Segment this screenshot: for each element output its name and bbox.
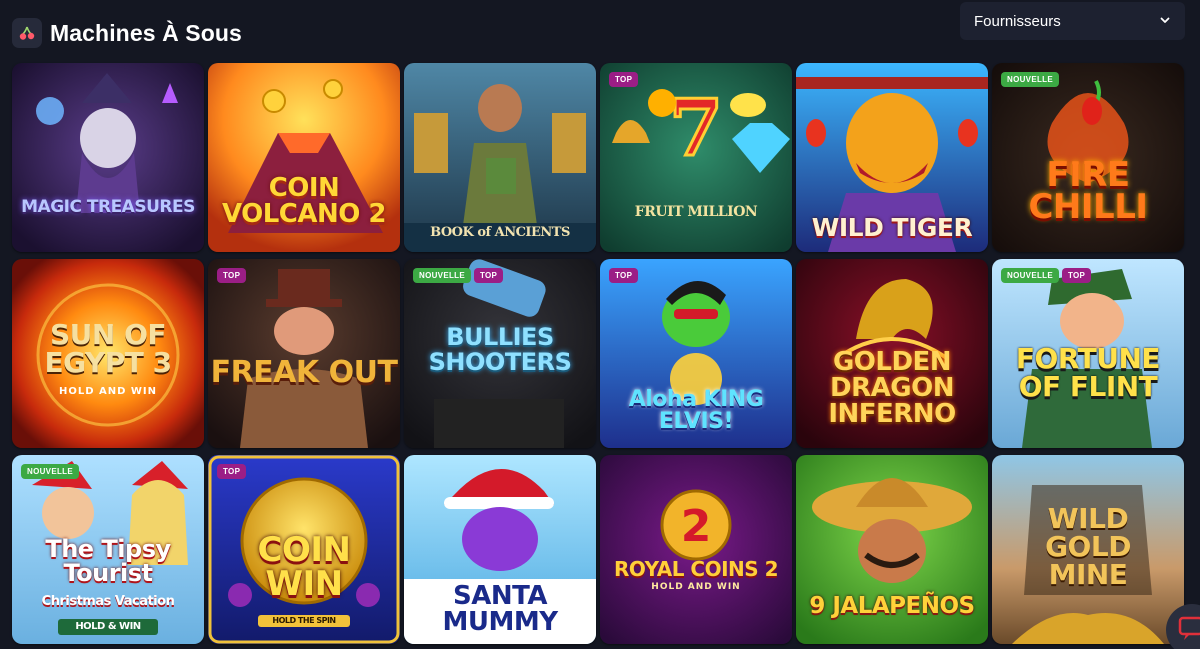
game-tile[interactable]: BOOK of ANCIENTS bbox=[404, 63, 596, 252]
game-tile[interactable]: WILD TIGER bbox=[796, 63, 988, 252]
game-title: GOLDEN DRAGON INFERNO bbox=[828, 347, 956, 429]
games-grid: MAGIC TREASURES COIN VOLCANO 2 BOOK of A… bbox=[12, 63, 1184, 644]
game-tile[interactable]: NOUVELLE The Tipsy Tourist Christmas Vac… bbox=[12, 455, 204, 644]
game-thumbnail: 2 bbox=[600, 455, 792, 644]
game-tile[interactable]: TOP FREAK OUT bbox=[208, 259, 400, 448]
chat-icon bbox=[1178, 616, 1200, 640]
provider-dropdown-label: Fournisseurs bbox=[974, 12, 1061, 30]
provider-dropdown[interactable]: Fournisseurs bbox=[960, 2, 1185, 40]
game-tile[interactable]: NOUVELLE FIRE CHILLI bbox=[992, 63, 1184, 252]
game-title: FRUIT MILLION bbox=[634, 204, 758, 220]
chevron-down-icon bbox=[1160, 17, 1170, 23]
chat-button[interactable] bbox=[1166, 604, 1200, 649]
game-title: ROYAL COINS 2 bbox=[613, 557, 779, 581]
game-thumbnail bbox=[208, 259, 400, 448]
game-title: WILD TIGER bbox=[811, 213, 973, 242]
game-tile[interactable]: GOLDEN DRAGON INFERNO bbox=[796, 259, 988, 448]
game-tile[interactable]: NOUVELLE TOP BULLIES SHOOTERS bbox=[404, 259, 596, 448]
game-thumbnail bbox=[12, 63, 204, 252]
game-title: FREAK OUT bbox=[210, 355, 398, 390]
game-subtitle: HOLD AND WIN bbox=[651, 582, 741, 592]
game-tile[interactable]: MAGIC TREASURES bbox=[12, 63, 204, 252]
game-title: BULLIES SHOOTERS bbox=[428, 323, 572, 377]
game-tag: HOLD & WIN bbox=[58, 619, 158, 635]
game-thumbnail bbox=[404, 63, 596, 252]
game-tile[interactable]: 9 JALAPEÑOS bbox=[796, 455, 988, 644]
svg-text:7: 7 bbox=[669, 83, 723, 174]
game-title: SANTA MUMMY bbox=[442, 581, 558, 637]
cherries-icon bbox=[12, 18, 42, 48]
game-subtitle: HOLD THE SPIN bbox=[258, 615, 350, 627]
game-title: FORTUNE OF FLINT bbox=[1015, 342, 1161, 403]
svg-text:2: 2 bbox=[681, 501, 712, 552]
game-title: WILD GOLD MINE bbox=[1045, 502, 1131, 591]
page-title: Machines À Sous bbox=[50, 20, 242, 46]
game-tile[interactable]: NOUVELLE TOP FORTUNE OF FLINT bbox=[992, 259, 1184, 448]
game-tile[interactable]: SANTA MUMMY bbox=[404, 455, 596, 644]
game-title: COIN WIN bbox=[257, 530, 351, 604]
game-title: The Tipsy Tourist bbox=[45, 535, 171, 587]
game-title: BOOK of ANCIENTS bbox=[430, 225, 570, 240]
badge-top: TOP bbox=[1061, 268, 1092, 283]
section-header: Machines À Sous Fournisseurs bbox=[0, 0, 1200, 62]
game-title: Aloha KING ELVIS! bbox=[628, 387, 764, 434]
badge-top: TOP bbox=[217, 464, 247, 479]
game-subtitle: Christmas Vacation bbox=[41, 594, 175, 609]
badge-new: NOUVELLE bbox=[413, 268, 471, 283]
game-title: SUN OF EGYPT 3 bbox=[44, 318, 172, 379]
badge-new: NOUVELLE bbox=[21, 464, 79, 479]
badge-top: TOP bbox=[217, 268, 247, 283]
game-tile[interactable]: 2 ROYAL COINS 2 HOLD AND WIN bbox=[600, 455, 792, 644]
game-title: 9 JALAPEÑOS bbox=[809, 593, 975, 619]
game-thumbnail: 7 bbox=[600, 63, 792, 252]
game-title: FIRE CHILLI bbox=[1028, 155, 1148, 228]
game-tile[interactable]: SUN OF EGYPT 3 HOLD AND WIN bbox=[12, 259, 204, 448]
badge-top: TOP bbox=[473, 268, 504, 283]
badge-top: TOP bbox=[609, 72, 639, 87]
game-tile[interactable]: TOP Aloha KING ELVIS! bbox=[600, 259, 792, 448]
badge-new: NOUVELLE bbox=[1001, 268, 1059, 283]
game-title: COIN VOLCANO 2 bbox=[221, 173, 387, 229]
game-tile[interactable]: 7 TOP FRUIT MILLION bbox=[600, 63, 792, 252]
game-tile[interactable]: COIN VOLCANO 2 bbox=[208, 63, 400, 252]
game-tile[interactable]: WILD GOLD MINE bbox=[992, 455, 1184, 644]
game-subtitle: HOLD AND WIN bbox=[58, 386, 158, 397]
game-tile[interactable]: TOP COIN WIN HOLD THE SPIN bbox=[208, 455, 400, 644]
badge-top: TOP bbox=[609, 268, 639, 283]
game-title: MAGIC TREASURES bbox=[21, 197, 195, 217]
badge-new: NOUVELLE bbox=[1001, 72, 1059, 87]
